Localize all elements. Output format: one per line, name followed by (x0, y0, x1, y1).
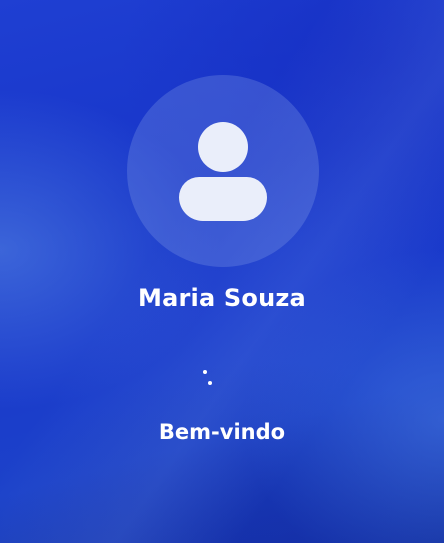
user-silhouette-icon-head (198, 122, 248, 172)
user-avatar (127, 75, 319, 267)
status-text: Bem-vindo (158, 420, 286, 444)
loading-spinner-icon (198, 366, 218, 388)
spinner-dot (208, 381, 212, 385)
user-silhouette-icon-body (179, 177, 267, 221)
spinner-dot (203, 370, 207, 374)
user-name: Maria Souza (138, 284, 306, 312)
